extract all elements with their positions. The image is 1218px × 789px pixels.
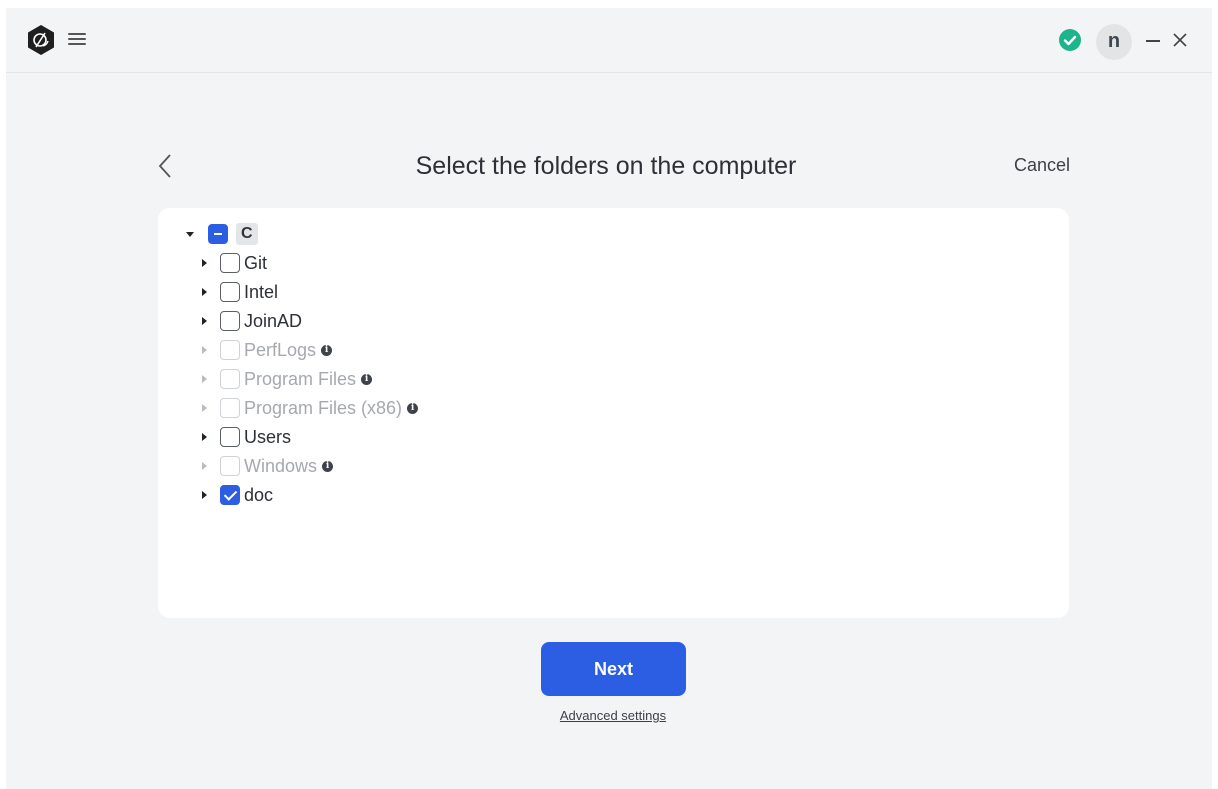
cancel-link[interactable]: Cancel [974,155,1070,176]
expand-caret-icon [202,404,207,412]
info-icon[interactable]: i [407,402,419,414]
folder-label: Program Files [244,368,357,389]
tree-root-row: C [186,221,258,247]
folder-label: Intel [244,281,279,302]
user-avatar[interactable]: n [1096,24,1132,60]
drive-checkbox[interactable] [208,224,228,244]
folder-checkbox[interactable] [220,282,240,302]
folder-tree-panel: C Git Intel JoinAD PerfLogs i Program Files i P… [158,208,1069,618]
expand-caret-icon [202,346,207,354]
folder-checkbox[interactable] [220,311,240,331]
folder-row[interactable]: doc [202,482,273,508]
folder-label: Git [244,252,268,273]
info-icon[interactable]: i [321,344,333,356]
minimize-icon[interactable] [1146,40,1160,42]
folder-checkbox [220,369,240,389]
folder-checkbox [220,340,240,360]
folder-row: Program Files i [202,366,373,392]
back-arrow-icon[interactable] [156,152,174,180]
expand-caret-icon [202,462,207,470]
next-button[interactable]: Next [541,642,686,696]
expand-caret-icon[interactable] [202,288,207,296]
expand-caret-icon [202,375,207,383]
folder-checkbox[interactable] [220,485,240,505]
folder-checkbox[interactable] [220,427,240,447]
menu-icon[interactable] [68,30,86,48]
folder-checkbox[interactable] [220,253,240,273]
folder-row[interactable]: Users [202,424,291,450]
folder-row: PerfLogs i [202,337,333,363]
info-icon[interactable]: i [322,460,334,472]
expand-caret-icon[interactable] [202,317,207,325]
app-logo-icon [28,25,54,55]
folder-row[interactable]: JoinAD [202,308,302,334]
app-window: n Select the folders on the computer Can… [6,8,1212,789]
collapse-caret-icon[interactable] [186,231,194,237]
folder-checkbox [220,398,240,418]
folder-label: PerfLogs [244,339,317,360]
folder-label: doc [244,484,274,505]
folder-label: JoinAD [244,310,303,331]
expand-caret-icon[interactable] [202,259,207,267]
folder-label: Windows [244,455,318,476]
drive-label: C [236,223,258,245]
expand-caret-icon[interactable] [202,491,207,499]
status-ok-icon [1059,29,1081,51]
folder-checkbox [220,456,240,476]
folder-label: Program Files (x86) [244,397,403,418]
close-icon[interactable] [1172,32,1188,48]
folder-row: Windows i [202,453,334,479]
folder-row: Program Files (x86) i [202,395,419,421]
info-icon[interactable]: i [361,373,373,385]
page-title: Select the folders on the computer [415,152,797,180]
expand-caret-icon[interactable] [202,433,207,441]
title-bar: n [6,8,1212,73]
folder-row[interactable]: Intel [202,279,278,305]
folder-label: Users [244,426,292,447]
folder-row[interactable]: Git [202,250,267,276]
advanced-settings-link[interactable]: Advanced settings [513,708,713,723]
